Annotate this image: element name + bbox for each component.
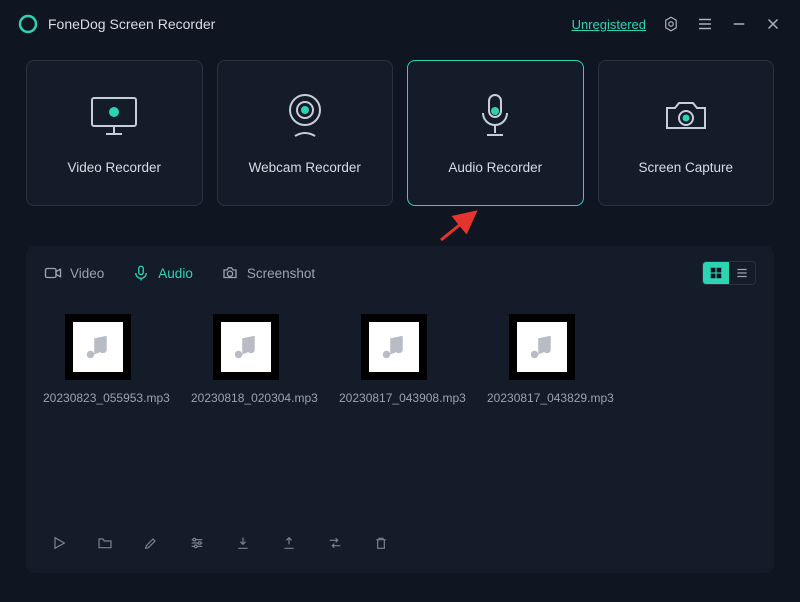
camera-icon [661,92,711,140]
mode-cards-row: Video Recorder Webcam Recorder Audio Rec… [0,48,800,206]
file-name-label: 20230818_020304.mp3 [191,390,301,407]
file-item[interactable]: 20230817_043829.mp3 [492,314,592,523]
filter-row: Video Audio Screenshot [44,246,756,300]
settings-gear-icon[interactable] [662,15,680,33]
file-item[interactable]: 20230817_043908.mp3 [344,314,444,523]
download-icon[interactable] [234,534,252,552]
mode-video-recorder[interactable]: Video Recorder [26,60,203,206]
music-note-icon [517,322,567,372]
mode-audio-recorder[interactable]: Audio Recorder [407,60,584,206]
mode-label: Audio Recorder [448,160,542,175]
close-icon[interactable] [764,15,782,33]
mode-label: Webcam Recorder [249,160,361,175]
mode-label: Screen Capture [638,160,733,175]
app-title: FoneDog Screen Recorder [48,16,215,32]
app-logo-icon [18,14,38,34]
music-note-icon [73,322,123,372]
folder-icon[interactable] [96,534,114,552]
file-name-label: 20230817_043908.mp3 [339,390,449,407]
titlebar: FoneDog Screen Recorder Unregistered [0,0,800,48]
mode-label: Video Recorder [67,160,161,175]
mode-webcam-recorder[interactable]: Webcam Recorder [217,60,394,206]
titlebar-left: FoneDog Screen Recorder [18,14,215,34]
file-item[interactable]: 20230818_020304.mp3 [196,314,296,523]
microphone-icon [475,92,515,140]
play-icon[interactable] [50,534,68,552]
file-item[interactable]: 20230823_055953.mp3 [48,314,148,523]
view-toggle [702,261,756,285]
file-thumb [213,314,279,380]
file-name-label: 20230817_043829.mp3 [487,390,597,407]
edit-icon[interactable] [142,534,160,552]
minimize-icon[interactable] [730,15,748,33]
filter-label: Screenshot [247,266,315,281]
list-view-button[interactable] [729,262,755,284]
filter-label: Video [70,266,104,281]
filter-label: Audio [158,266,193,281]
library-panel: Video Audio Screenshot 20230823_055953.m… [26,246,774,573]
menu-icon[interactable] [696,15,714,33]
monitor-icon [88,92,140,140]
registration-status-link[interactable]: Unregistered [572,17,646,32]
file-thumb [509,314,575,380]
share-icon[interactable] [280,534,298,552]
filter-tab-audio[interactable]: Audio [132,264,193,282]
file-grid: 20230823_055953.mp3 20230818_020304.mp3 … [44,300,756,523]
webcam-icon [283,92,327,140]
file-name-label: 20230823_055953.mp3 [43,390,153,407]
sliders-icon[interactable] [188,534,206,552]
convert-icon[interactable] [326,534,344,552]
file-toolbar [44,523,756,563]
music-note-icon [369,322,419,372]
filter-tab-video[interactable]: Video [44,264,104,282]
trash-icon[interactable] [372,534,390,552]
mode-screen-capture[interactable]: Screen Capture [598,60,775,206]
music-note-icon [221,322,271,372]
file-thumb [361,314,427,380]
filter-tab-screenshot[interactable]: Screenshot [221,264,315,282]
titlebar-right: Unregistered [572,15,782,33]
annotation-arrow-icon [433,208,483,244]
file-thumb [65,314,131,380]
grid-view-button[interactable] [703,262,729,284]
